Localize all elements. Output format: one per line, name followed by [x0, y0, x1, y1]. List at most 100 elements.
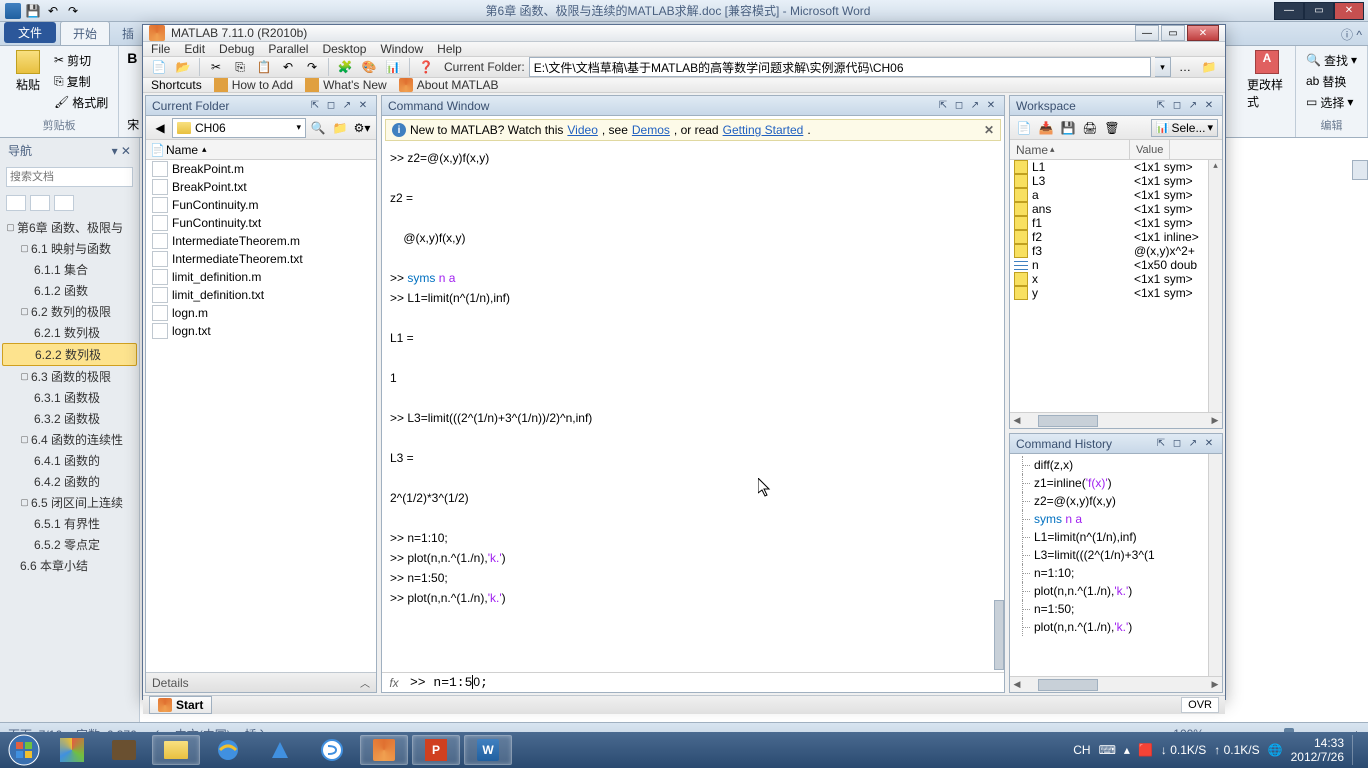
ovr-indicator[interactable]: OVR [1181, 697, 1219, 713]
up-folder-button[interactable]: 📁 [1199, 57, 1219, 77]
new-var-button[interactable]: 📄 [1014, 118, 1034, 138]
shortcut-whatsnew[interactable]: What's New [305, 78, 387, 92]
ime-icon[interactable]: ⌨ [1099, 743, 1116, 757]
delete-button[interactable]: 🗑 [1102, 118, 1122, 138]
find-button[interactable]: 🔍查找 ▾ [1304, 50, 1359, 70]
video-link[interactable]: Video [567, 123, 597, 137]
sort-icon[interactable]: ▴ [202, 144, 207, 155]
ribbon-help-icon[interactable]: ⓘ ^ [1341, 26, 1362, 43]
taskbar-word[interactable]: W [464, 735, 512, 765]
demos-link[interactable]: Demos [632, 123, 670, 137]
start-button[interactable]: Start [149, 696, 212, 714]
taskbar-matlab[interactable] [360, 735, 408, 765]
nav-tree-item[interactable]: 6.5.2 零点定 [2, 534, 137, 555]
nav-tree-item[interactable]: ▢6.5 闭区间上连续 [2, 492, 137, 513]
name-column-header[interactable]: Name [166, 143, 198, 157]
undock-icon[interactable]: ◻ [1170, 437, 1184, 451]
matlab-minimize-button[interactable]: — [1135, 25, 1159, 41]
file-item[interactable]: BreakPoint.txt [146, 178, 376, 196]
workspace-variable[interactable]: L1<1x1 sym> [1010, 160, 1222, 174]
nav-tree-item[interactable]: 6.4.2 函数的 [2, 471, 137, 492]
file-item[interactable]: FunContinuity.txt [146, 214, 376, 232]
simulink-button[interactable]: 🧩 [335, 57, 355, 77]
workspace-variable[interactable]: x<1x1 sym> [1010, 272, 1222, 286]
matlab-maximize-button[interactable]: ▭ [1161, 25, 1185, 41]
back-button[interactable]: ◀ [150, 118, 170, 138]
tray-app-icon[interactable]: 🟥 [1138, 743, 1153, 757]
import-button[interactable]: 📥 [1036, 118, 1056, 138]
search-button[interactable]: 🔍 [308, 118, 328, 138]
nav-tree-item[interactable]: 6.3.2 函数极 [2, 408, 137, 429]
clock[interactable]: 14:33 2012/7/26 [1291, 736, 1344, 764]
nav-tree-item[interactable]: 6.1.1 集合 [2, 259, 137, 280]
workspace-variable[interactable]: f1<1x1 sym> [1010, 216, 1222, 230]
getting-started-link[interactable]: Getting Started [723, 123, 804, 137]
nav-tree-item[interactable]: 6.2.1 数列极 [2, 322, 137, 343]
save-ws-button[interactable]: 💾 [1058, 118, 1078, 138]
tray-chevron-icon[interactable]: ▴ [1124, 743, 1130, 757]
plot-selector[interactable]: 📊 Sele... ▾ [1151, 119, 1218, 137]
nav-tree-item[interactable]: ▢6.1 映射与函数 [2, 238, 137, 259]
scrollbar[interactable] [1208, 454, 1222, 676]
paste-button[interactable]: 粘贴 [8, 50, 48, 93]
matlab-titlebar[interactable]: MATLAB 7.11.0 (R2010b) — ▭ ✕ [143, 25, 1225, 42]
help-button[interactable]: ❓ [416, 57, 436, 77]
format-painter-button[interactable]: 🖌格式刷 [52, 92, 110, 112]
nav-search-input[interactable] [6, 167, 133, 187]
folder-action-button[interactable]: 📁 [330, 118, 350, 138]
panel-menu-icon[interactable]: ⇱ [308, 99, 322, 113]
maximize-icon[interactable]: ↗ [1186, 99, 1200, 113]
panel-menu-icon[interactable]: ⇱ [1154, 437, 1168, 451]
file-item[interactable]: limit_definition.txt [146, 286, 376, 304]
nav-tree-item[interactable]: 6.2.2 数列极 [2, 343, 137, 366]
maximize-icon[interactable]: ↗ [968, 99, 982, 113]
workspace-variable[interactable]: ans<1x1 sym> [1010, 202, 1222, 216]
taskbar-ie[interactable] [204, 735, 252, 765]
command-output[interactable]: >> z2=@(x,y)f(x,y) z2 = @(x,y)f(x,y) >> … [382, 144, 1004, 672]
workspace-variable[interactable]: a<1x1 sym> [1010, 188, 1222, 202]
panel-menu-icon[interactable]: ⇱ [936, 99, 950, 113]
close-button[interactable]: ✕ [1334, 2, 1364, 20]
copy-button[interactable]: ⎘ [230, 57, 250, 77]
file-item[interactable]: logn.m [146, 304, 376, 322]
nav-tree-item[interactable]: 6.4.1 函数的 [2, 450, 137, 471]
nav-view-buttons[interactable] [0, 191, 139, 215]
workspace-variable[interactable]: y<1x1 sym> [1010, 286, 1222, 300]
select-button[interactable]: ▭选择 ▾ [1304, 92, 1359, 112]
tab-home[interactable]: 开始 [60, 21, 110, 45]
workspace-variable[interactable]: f2<1x1 inline> [1010, 230, 1222, 244]
h-scrollbar[interactable]: ◀▶ [1010, 676, 1222, 692]
file-item[interactable]: IntermediateTheorem.txt [146, 250, 376, 268]
close-icon[interactable]: ✕ [356, 99, 370, 113]
h-scrollbar[interactable]: ◀▶ [1010, 412, 1222, 428]
ime-indicator[interactable]: CH [1073, 743, 1090, 757]
nav-tree-item[interactable]: 6.5.1 有界性 [2, 513, 137, 534]
paste-button[interactable]: 📋 [254, 57, 274, 77]
maximize-icon[interactable]: ↗ [1186, 437, 1200, 451]
file-item[interactable]: logn.txt [146, 322, 376, 340]
menu-file[interactable]: File [151, 42, 170, 56]
show-desktop-button[interactable] [1352, 735, 1360, 765]
matlab-close-button[interactable]: ✕ [1187, 25, 1219, 41]
cut-button[interactable]: ✂ [206, 57, 226, 77]
folder-selector[interactable]: CH06 ▾ [172, 118, 306, 138]
close-icon[interactable]: ✕ [984, 99, 998, 113]
undock-icon[interactable]: ◻ [1170, 99, 1184, 113]
redo-button[interactable]: ↷ [64, 2, 82, 20]
path-dropdown-button[interactable]: ▾ [1155, 57, 1171, 77]
workspace-variable[interactable]: n<1x50 doub [1010, 258, 1222, 272]
taskbar-item[interactable] [256, 735, 304, 765]
taskbar-sogou[interactable] [308, 735, 356, 765]
maximize-icon[interactable]: ↗ [340, 99, 354, 113]
start-button[interactable] [4, 734, 44, 766]
nav-tree-item[interactable]: 6.6 本章小结 [2, 555, 137, 576]
current-folder-path[interactable]: E:\文件\文档草稿\基于MATLAB的高等数学问题求解\实例源代码\CH06 [529, 57, 1151, 77]
menu-debug[interactable]: Debug [219, 42, 254, 56]
scrollbar[interactable]: ▴ [1208, 160, 1222, 412]
minimize-button[interactable]: — [1274, 2, 1304, 20]
browse-folder-button[interactable]: … [1175, 57, 1195, 77]
ws-value-header[interactable]: Value [1130, 140, 1170, 159]
taskbar-powerpoint[interactable]: P [412, 735, 460, 765]
file-item[interactable]: limit_definition.m [146, 268, 376, 286]
nav-tree-item[interactable]: 6.3.1 函数极 [2, 387, 137, 408]
